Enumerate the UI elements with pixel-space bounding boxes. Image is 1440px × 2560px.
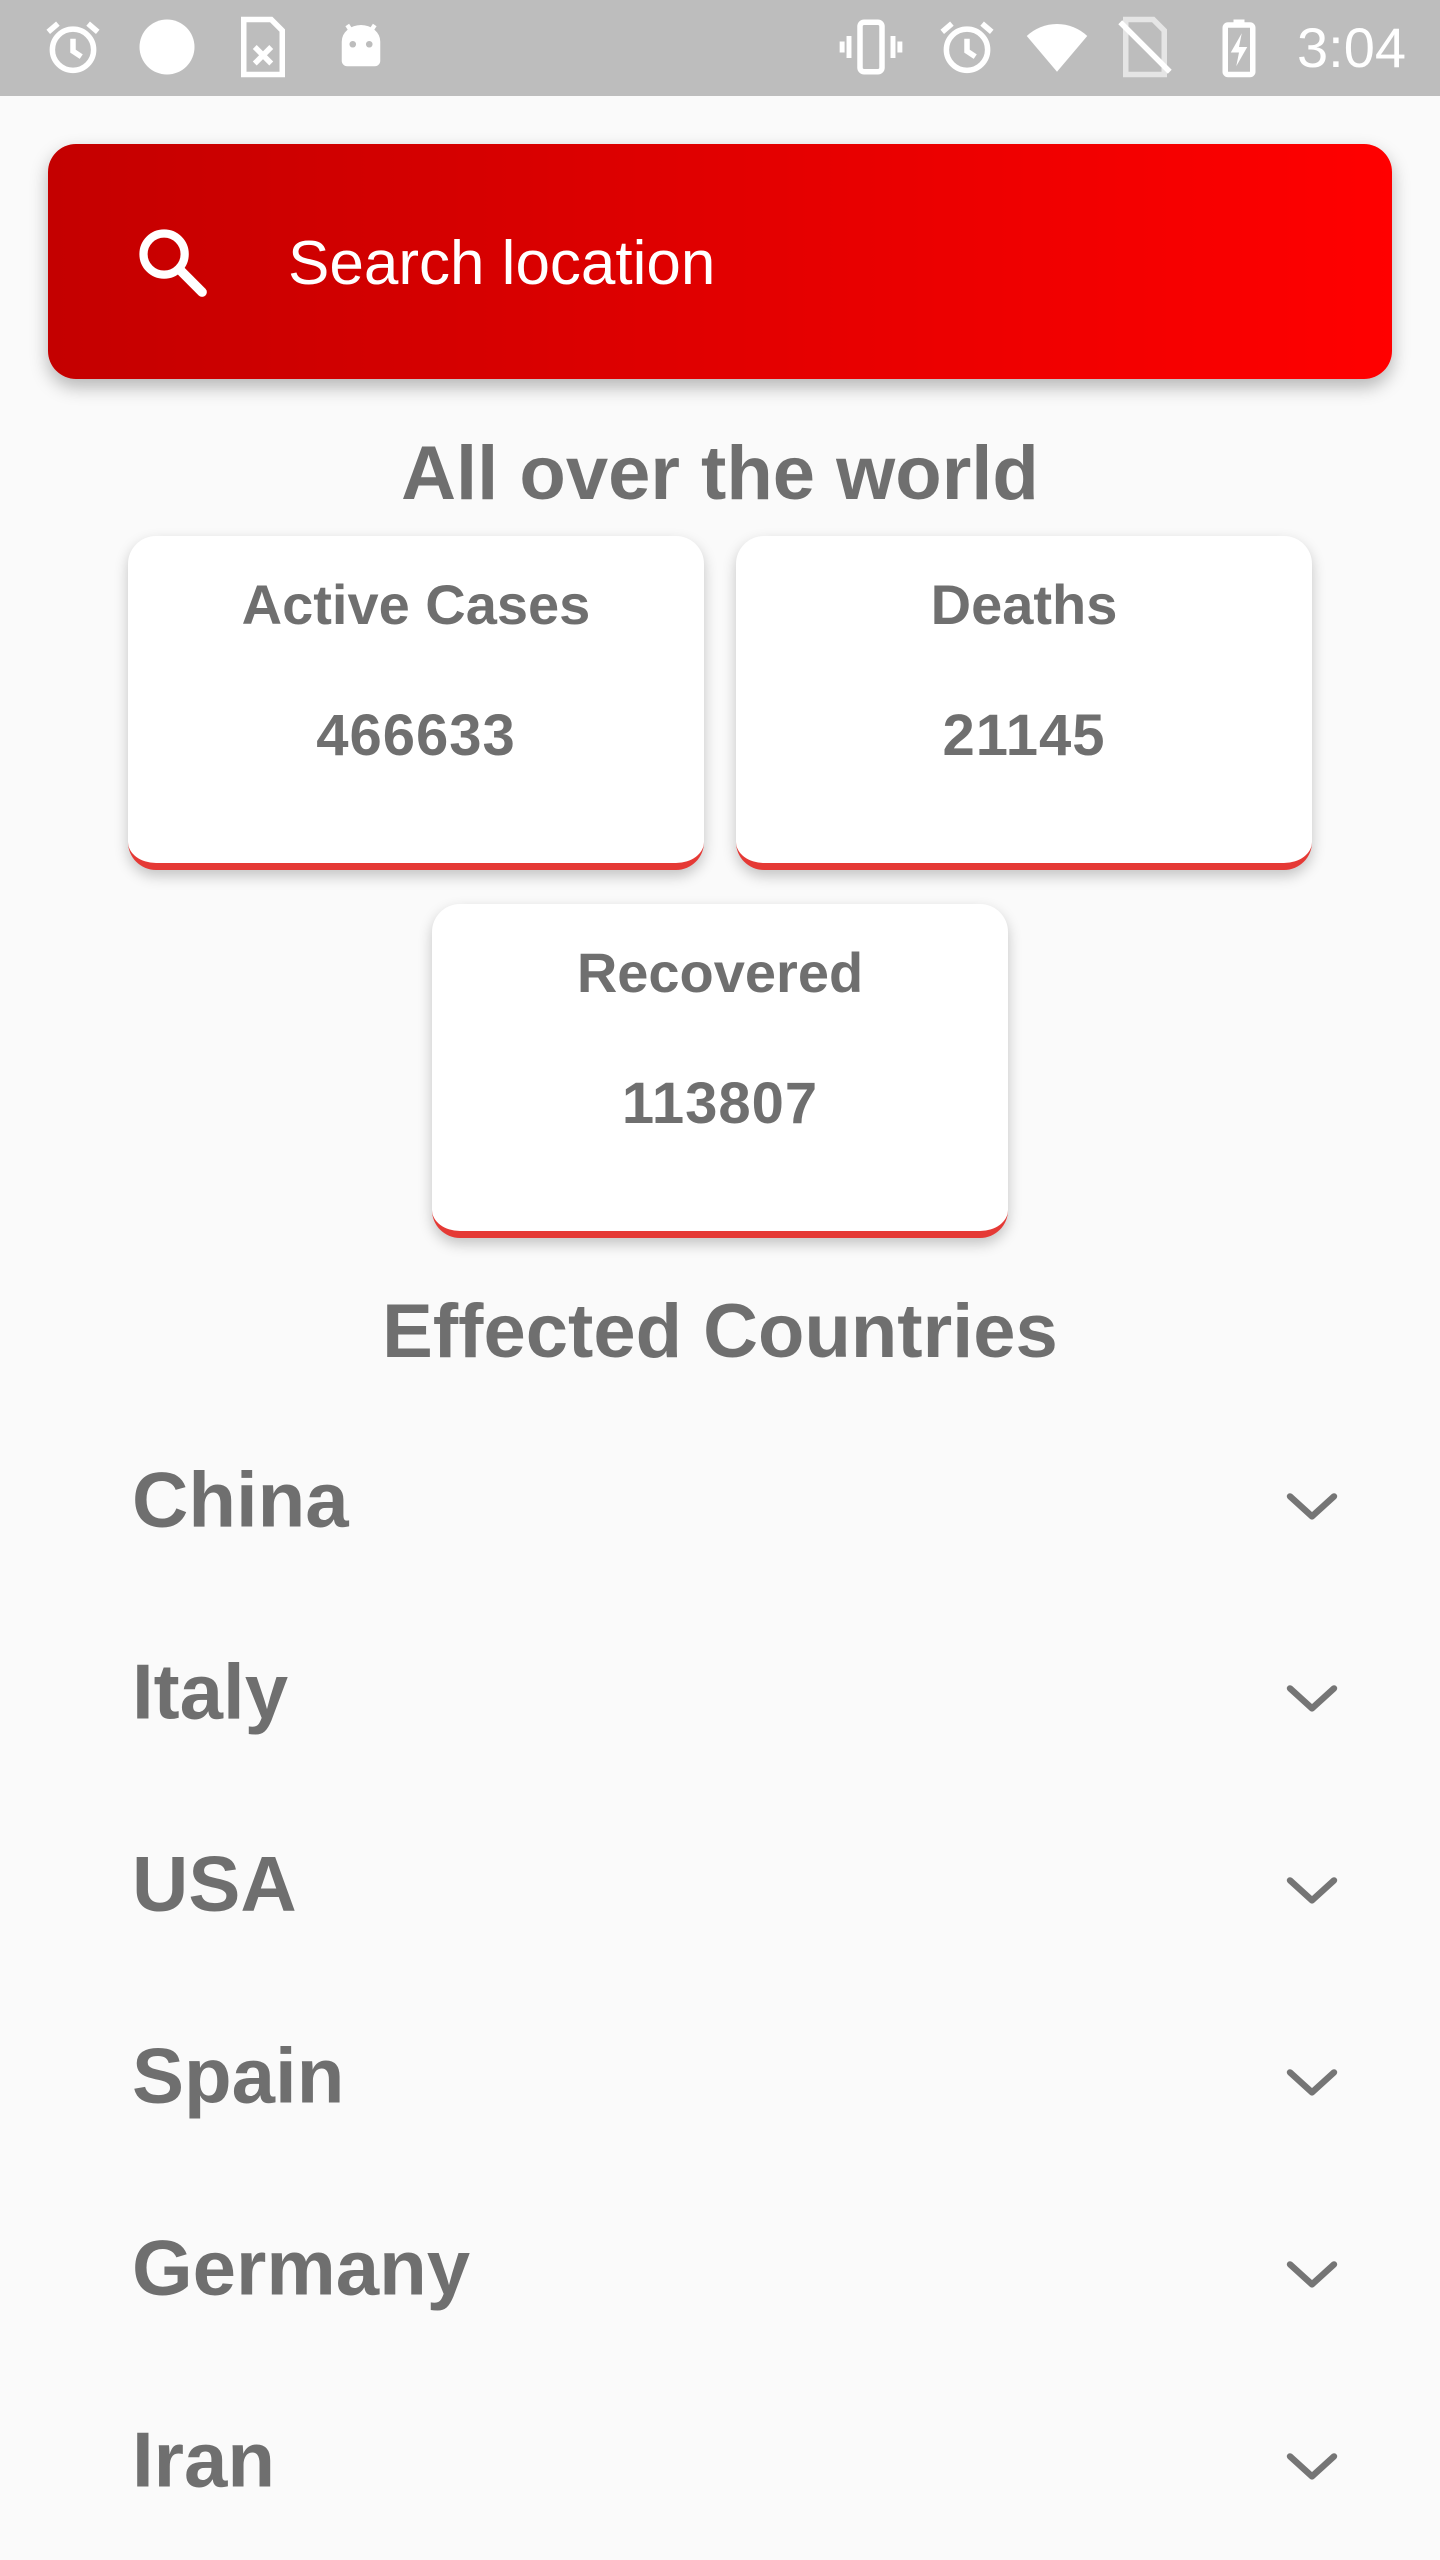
no-sim-icon	[1118, 16, 1172, 78]
chevron-down-icon[interactable]	[1284, 2258, 1340, 2290]
search-icon[interactable]	[134, 224, 210, 300]
active-cases-value: 466633	[316, 703, 516, 768]
country-name: USA	[132, 1839, 297, 1928]
vibrate-icon	[839, 19, 903, 75]
world-title: All over the world	[401, 431, 1039, 516]
deaths-label: Deaths	[930, 573, 1118, 636]
country-name: Italy	[132, 1647, 289, 1736]
country-item-china[interactable]: China	[0, 1404, 1440, 1596]
circle-icon	[139, 19, 195, 75]
chevron-down-icon[interactable]	[1284, 2450, 1340, 2482]
recovered-label: Recovered	[576, 941, 864, 1004]
battery-charging-icon	[1222, 19, 1256, 78]
country-name: Iran	[132, 2415, 276, 2504]
country-item-germany[interactable]: Germany	[0, 2172, 1440, 2364]
deaths-value: 21145	[942, 703, 1106, 768]
country-item-spain[interactable]: Spain	[0, 1980, 1440, 2172]
deaths-card: Deaths 21145	[736, 536, 1312, 870]
chevron-down-icon[interactable]	[1284, 2066, 1340, 2098]
country-item-usa[interactable]: USA	[0, 1788, 1440, 1980]
android-icon	[341, 23, 381, 67]
search-input[interactable]	[288, 218, 1338, 308]
country-name: Germany	[132, 2223, 471, 2312]
search-bar[interactable]	[48, 144, 1392, 379]
countries-title: Effected Countries	[382, 1289, 1058, 1374]
chevron-down-icon[interactable]	[1284, 1682, 1340, 1714]
status-bar: 3:04	[0, 0, 1440, 96]
status-time: 3:04	[1297, 16, 1406, 79]
chevron-down-icon[interactable]	[1284, 1874, 1340, 1906]
alarm-icon	[46, 21, 100, 74]
country-name: China	[132, 1455, 349, 1544]
active-cases-label: Active Cases	[241, 573, 591, 636]
alarm-icon	[940, 21, 994, 74]
wifi-icon	[1026, 23, 1088, 72]
active-cases-card: Active Cases 466633	[128, 536, 704, 870]
country-name: Spain	[132, 2031, 345, 2120]
recovered-value: 113807	[621, 1071, 819, 1136]
country-item-iran[interactable]: Iran	[0, 2364, 1440, 2556]
recovered-card: Recovered 113807	[432, 904, 1008, 1238]
chevron-down-icon[interactable]	[1284, 1490, 1340, 1522]
country-item-italy[interactable]: Italy	[0, 1596, 1440, 1788]
sim-x-icon	[241, 16, 285, 78]
